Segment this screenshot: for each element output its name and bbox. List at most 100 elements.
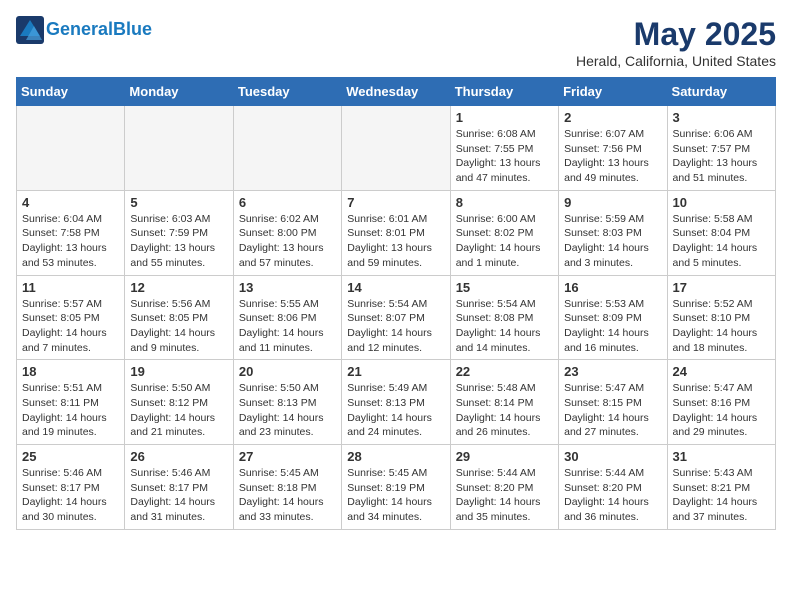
day-info: Sunrise: 5:49 AMSunset: 8:13 PMDaylight:… [347, 381, 444, 440]
day-info: Sunrise: 5:51 AMSunset: 8:11 PMDaylight:… [22, 381, 119, 440]
calendar-cell: 15 Sunrise: 5:54 AMSunset: 8:08 PMDayligh… [450, 275, 558, 360]
day-info: Sunrise: 5:44 AMSunset: 8:20 PMDaylight:… [564, 466, 661, 525]
calendar-cell: 13Sunrise: 5:55 AMSunset: 8:06 PMDayligh… [233, 275, 341, 360]
calendar-cell: 26 Sunrise: 5:46 AMSunset: 8:17 PMDayligh… [125, 445, 233, 530]
calendar-cell [233, 106, 341, 191]
day-info: Sunrise: 6:01 AMSunset: 8:01 PMDaylight:… [347, 212, 444, 271]
calendar-cell: 22Sunrise: 5:48 AMSunset: 8:14 PMDayligh… [450, 360, 558, 445]
calendar-cell [125, 106, 233, 191]
day-info: Sunrise: 5:44 AMSunset: 8:20 PMDaylight:… [456, 466, 553, 525]
day-number: 6 [239, 195, 336, 210]
day-number: 18 [22, 364, 119, 379]
calendar-cell: 31 Sunrise: 5:43 AMSunset: 8:21 PMDayligh… [667, 445, 775, 530]
day-of-week-friday: Friday [559, 78, 667, 106]
day-info: Sunrise: 5:54 AMSunset: 8:08 PMDaylight:… [456, 297, 553, 356]
day-info: Sunrise: 5:53 AMSunset: 8:09 PMDaylight:… [564, 297, 661, 356]
calendar-cell [17, 106, 125, 191]
day-info: Sunrise: 5:56 AMSunset: 8:05 PMDaylight:… [130, 297, 227, 356]
day-info: Sunrise: 5:52 AMSunset: 8:10 PMDaylight:… [673, 297, 770, 356]
calendar-cell: 16Sunrise: 5:53 AMSunset: 8:09 PMDayligh… [559, 275, 667, 360]
calendar-cell: 14 Sunrise: 5:54 AMSunset: 8:07 PMDayligh… [342, 275, 450, 360]
day-number: 9 [564, 195, 661, 210]
location: Herald, California, United States [576, 53, 776, 69]
day-info: Sunrise: 5:50 AMSunset: 8:12 PMDaylight:… [130, 381, 227, 440]
calendar-cell: 29 Sunrise: 5:44 AMSunset: 8:20 PMDayligh… [450, 445, 558, 530]
day-info: Sunrise: 6:00 AMSunset: 8:02 PMDaylight:… [456, 212, 553, 271]
calendar-cell: 12 Sunrise: 5:56 AMSunset: 8:05 PMDayligh… [125, 275, 233, 360]
day-number: 27 [239, 449, 336, 464]
day-number: 12 [130, 280, 227, 295]
calendar-cell: 6Sunrise: 6:02 AMSunset: 8:00 PMDaylight… [233, 190, 341, 275]
day-number: 21 [347, 364, 444, 379]
day-number: 26 [130, 449, 227, 464]
day-info: Sunrise: 5:45 AMSunset: 8:18 PMDaylight:… [239, 466, 336, 525]
day-number: 3 [673, 110, 770, 125]
day-number: 14 [347, 280, 444, 295]
day-info: Sunrise: 5:46 AMSunset: 8:17 PMDaylight:… [22, 466, 119, 525]
calendar-cell: 2 Sunrise: 6:07 AMSunset: 7:56 PMDaylight… [559, 106, 667, 191]
day-of-week-thursday: Thursday [450, 78, 558, 106]
page-header: GeneralBlue May 2025 Herald, California,… [16, 16, 776, 69]
day-number: 31 [673, 449, 770, 464]
calendar-cell: 20 Sunrise: 5:50 AMSunset: 8:13 PMDayligh… [233, 360, 341, 445]
day-number: 15 [456, 280, 553, 295]
day-info: Sunrise: 5:45 AMSunset: 8:19 PMDaylight:… [347, 466, 444, 525]
day-number: 10 [673, 195, 770, 210]
day-number: 1 [456, 110, 553, 125]
day-number: 22 [456, 364, 553, 379]
day-info: Sunrise: 5:57 AMSunset: 8:05 PMDaylight:… [22, 297, 119, 356]
calendar-cell [342, 106, 450, 191]
day-number: 13 [239, 280, 336, 295]
calendar-header-row: SundayMondayTuesdayWednesdayThursdayFrid… [17, 78, 776, 106]
day-info: Sunrise: 5:47 AMSunset: 8:15 PMDaylight:… [564, 381, 661, 440]
day-number: 20 [239, 364, 336, 379]
day-number: 24 [673, 364, 770, 379]
calendar-cell: 18 Sunrise: 5:51 AMSunset: 8:11 PMDayligh… [17, 360, 125, 445]
day-number: 2 [564, 110, 661, 125]
day-number: 23 [564, 364, 661, 379]
day-info: Sunrise: 6:03 AMSunset: 7:59 PMDaylight:… [130, 212, 227, 271]
calendar-cell: 27 Sunrise: 5:45 AMSunset: 8:18 PMDayligh… [233, 445, 341, 530]
day-number: 25 [22, 449, 119, 464]
day-info: Sunrise: 5:58 AMSunset: 8:04 PMDaylight:… [673, 212, 770, 271]
logo: GeneralBlue [16, 16, 152, 44]
logo-line1: General [46, 19, 113, 39]
day-info: Sunrise: 5:50 AMSunset: 8:13 PMDaylight:… [239, 381, 336, 440]
day-number: 19 [130, 364, 227, 379]
day-info: Sunrise: 5:54 AMSunset: 8:07 PMDaylight:… [347, 297, 444, 356]
calendar-cell: 24 Sunrise: 5:47 AMSunset: 8:16 PMDayligh… [667, 360, 775, 445]
calendar-cell: 23 Sunrise: 5:47 AMSunset: 8:15 PMDayligh… [559, 360, 667, 445]
calendar-cell: 30Sunrise: 5:44 AMSunset: 8:20 PMDayligh… [559, 445, 667, 530]
logo-text: GeneralBlue [46, 20, 152, 40]
calendar-table: SundayMondayTuesdayWednesdayThursdayFrid… [16, 77, 776, 530]
day-number: 4 [22, 195, 119, 210]
day-of-week-tuesday: Tuesday [233, 78, 341, 106]
day-info: Sunrise: 6:07 AMSunset: 7:56 PMDaylight:… [564, 127, 661, 186]
calendar-week-row: 11Sunrise: 5:57 AMSunset: 8:05 PMDayligh… [17, 275, 776, 360]
day-info: Sunrise: 5:43 AMSunset: 8:21 PMDaylight:… [673, 466, 770, 525]
day-info: Sunrise: 6:04 AMSunset: 7:58 PMDaylight:… [22, 212, 119, 271]
calendar-cell: 7Sunrise: 6:01 AMSunset: 8:01 PMDaylight… [342, 190, 450, 275]
calendar-cell: 1Sunrise: 6:08 AMSunset: 7:55 PMDaylight… [450, 106, 558, 191]
calendar-week-row: 1Sunrise: 6:08 AMSunset: 7:55 PMDaylight… [17, 106, 776, 191]
calendar-cell: 3 Sunrise: 6:06 AMSunset: 7:57 PMDaylight… [667, 106, 775, 191]
day-number: 17 [673, 280, 770, 295]
day-of-week-monday: Monday [125, 78, 233, 106]
calendar-week-row: 25 Sunrise: 5:46 AMSunset: 8:17 PMDayligh… [17, 445, 776, 530]
calendar-cell: 21 Sunrise: 5:49 AMSunset: 8:13 PMDayligh… [342, 360, 450, 445]
calendar-cell: 11Sunrise: 5:57 AMSunset: 8:05 PMDayligh… [17, 275, 125, 360]
day-of-week-saturday: Saturday [667, 78, 775, 106]
calendar-cell: 4 Sunrise: 6:04 AMSunset: 7:58 PMDaylight… [17, 190, 125, 275]
logo-line2: Blue [113, 19, 152, 39]
day-number: 29 [456, 449, 553, 464]
calendar-cell: 28 Sunrise: 5:45 AMSunset: 8:19 PMDayligh… [342, 445, 450, 530]
day-info: Sunrise: 5:46 AMSunset: 8:17 PMDaylight:… [130, 466, 227, 525]
day-number: 28 [347, 449, 444, 464]
day-number: 8 [456, 195, 553, 210]
month-title: May 2025 [576, 16, 776, 53]
day-info: Sunrise: 5:47 AMSunset: 8:16 PMDaylight:… [673, 381, 770, 440]
day-info: Sunrise: 6:06 AMSunset: 7:57 PMDaylight:… [673, 127, 770, 186]
day-of-week-sunday: Sunday [17, 78, 125, 106]
calendar-cell: 9Sunrise: 5:59 AMSunset: 8:03 PMDaylight… [559, 190, 667, 275]
calendar-cell: 5Sunrise: 6:03 AMSunset: 7:59 PMDaylight… [125, 190, 233, 275]
